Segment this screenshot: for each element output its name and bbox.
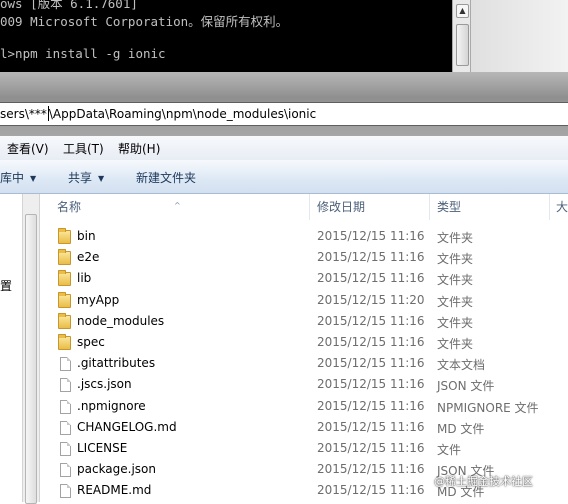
- file-row[interactable]: bin 2015/12/15 11:16 文件夹: [40, 227, 568, 248]
- include-in-library-label: 库中: [0, 171, 25, 185]
- file-modified-date: 2015/12/15 11:16: [317, 335, 425, 349]
- file-row[interactable]: lib 2015/12/15 11:16 文件夹: [40, 269, 568, 290]
- column-header-size[interactable]: 大: [550, 194, 568, 220]
- file-type: JSON 文件: [437, 379, 495, 394]
- file-name: myApp: [77, 292, 120, 307]
- column-header-date-label: 修改日期: [317, 200, 366, 214]
- file-name: README.md: [77, 483, 152, 498]
- file-modified-date: 2015/12/15 11:16: [317, 271, 425, 286]
- folder-icon: [58, 270, 71, 287]
- file-name: package.json: [77, 462, 157, 477]
- console-scrollbar-area: ▲: [452, 0, 568, 72]
- address-path-prefix: sers\***: [0, 107, 47, 121]
- console-line: ows [版本 6.1.7601]: [0, 0, 138, 11]
- file-modified-date: 2015/12/15 11:16: [317, 356, 425, 371]
- file-type: 文本文档: [437, 358, 486, 373]
- console-window: ows [版本 6.1.7601] 009 Microsoft Corporat…: [0, 0, 456, 72]
- file-icon: [60, 442, 71, 456]
- file-modified-date: 2015/12/15 11:16: [317, 483, 425, 498]
- file-icon: [60, 484, 71, 499]
- file-modified-date: 2015/12/15 11:16: [317, 229, 425, 243]
- folder-icon: [58, 334, 71, 350]
- menu-bar: 查看(V) 工具(T) 帮助(H): [0, 136, 568, 160]
- file-row[interactable]: .gitattributes 2015/12/15 11:16 文本文档: [40, 354, 568, 375]
- file-name: lib: [77, 271, 92, 286]
- file-type: 文件夹: [437, 294, 474, 309]
- file-modified-date: 2015/12/15 11:16: [317, 250, 425, 265]
- console-line: 009 Microsoft Corporation。保留所有权利。: [0, 14, 289, 29]
- menu-tools[interactable]: 工具(T): [63, 140, 104, 157]
- chevron-down-icon: ▼: [30, 174, 37, 183]
- menu-view[interactable]: 查看(V): [7, 140, 49, 157]
- console-line: l>npm install -g ionic: [0, 46, 166, 61]
- new-folder-button[interactable]: 新建文件夹: [136, 169, 196, 186]
- command-toolbar: 库中 ▼ 共享 ▼ 新建文件夹: [0, 160, 568, 194]
- file-row[interactable]: spec 2015/12/15 11:16 文件夹: [40, 333, 568, 354]
- file-type: 文件夹: [437, 231, 474, 245]
- file-modified-date: 2015/12/15 11:16: [317, 419, 425, 434]
- file-name: .npmignore: [77, 398, 146, 413]
- file-name: spec: [77, 335, 105, 349]
- file-row[interactable]: CHANGELOG.md 2015/12/15 11:16 MD 文件: [40, 418, 568, 439]
- file-modified-date: 2015/12/15 11:20: [317, 292, 425, 307]
- folder-icon: [58, 249, 71, 266]
- file-modified-date: 2015/12/15 11:16: [317, 398, 425, 413]
- file-list: 名称 ^ 修改日期 类型 大 bin 2015/12/15 11:16 文件夹 e2e…: [40, 194, 568, 502]
- navigation-scroll-thumb[interactable]: [25, 214, 37, 504]
- chevron-down-icon: ▼: [98, 174, 105, 183]
- column-header-name[interactable]: 名称 ^: [40, 194, 310, 220]
- file-name: CHANGELOG.md: [77, 419, 177, 434]
- file-row[interactable]: node_modules 2015/12/15 11:16 文件夹: [40, 312, 568, 333]
- file-type: 文件: [437, 443, 462, 457]
- address-path[interactable]: sers\*** \AppData\Roaming\npm\node_module…: [0, 106, 316, 121]
- folder-icon: [58, 228, 71, 244]
- folder-icon: [58, 312, 71, 329]
- file-icon: [60, 357, 71, 372]
- column-header-date[interactable]: 修改日期: [310, 194, 430, 220]
- column-header-name-label: 名称: [57, 200, 82, 214]
- file-name: e2e: [77, 250, 100, 265]
- file-icon: [60, 399, 71, 414]
- file-icon: [60, 420, 71, 435]
- address-path-suffix: \AppData\Roaming\npm\node_modules\ionic: [48, 107, 317, 121]
- file-modified-date: 2015/12/15 11:16: [317, 441, 425, 455]
- file-modified-date: 2015/12/15 11:16: [317, 377, 425, 392]
- file-icon: [60, 378, 71, 393]
- file-row[interactable]: e2e 2015/12/15 11:16 文件夹: [40, 248, 568, 269]
- navigation-scrollbar[interactable]: [22, 194, 40, 504]
- file-name: .gitattributes: [77, 356, 156, 371]
- file-name: bin: [77, 229, 96, 243]
- file-modified-date: 2015/12/15 11:16: [317, 313, 425, 328]
- file-icon: [60, 463, 71, 478]
- watermark-text: @稀土掘金技术社区: [434, 475, 533, 488]
- file-name: node_modules: [77, 313, 165, 328]
- column-header-type[interactable]: 类型: [430, 194, 550, 220]
- file-row[interactable]: .npmignore 2015/12/15 11:16 NPMIGNORE 文件: [40, 397, 568, 418]
- file-type: 文件夹: [437, 337, 474, 351]
- file-type: MD 文件: [437, 421, 485, 436]
- scroll-up-arrow-icon[interactable]: ▲: [456, 4, 469, 18]
- share-button[interactable]: 共享 ▼: [68, 169, 104, 186]
- file-type: 文件夹: [437, 252, 474, 267]
- file-type: 文件夹: [437, 315, 474, 330]
- file-type: NPMIGNORE 文件: [437, 400, 539, 415]
- menu-help[interactable]: 帮助(H): [118, 140, 160, 157]
- column-header-type-label: 类型: [437, 200, 462, 214]
- console-scroll-thumb[interactable]: [456, 24, 469, 66]
- sort-ascending-icon: ^: [174, 201, 181, 210]
- address-bar[interactable]: sers\*** \AppData\Roaming\npm\node_module…: [0, 102, 568, 126]
- file-name: .jscs.json: [77, 377, 132, 392]
- file-row[interactable]: myApp 2015/12/15 11:20 文件夹: [40, 291, 568, 312]
- column-header-size-label: 大: [556, 200, 568, 214]
- console-scrollbar[interactable]: ▲: [452, 0, 471, 72]
- file-modified-date: 2015/12/15 11:16: [317, 462, 425, 477]
- share-label: 共享: [68, 171, 93, 185]
- file-type: 文件夹: [437, 273, 474, 288]
- folder-icon: [58, 291, 71, 308]
- file-row[interactable]: .jscs.json 2015/12/15 11:16 JSON 文件: [40, 375, 568, 396]
- file-name: LICENSE: [77, 441, 128, 455]
- nav-item-label[interactable]: 置: [0, 277, 12, 294]
- include-in-library-button[interactable]: 库中 ▼: [0, 169, 36, 186]
- file-row[interactable]: LICENSE 2015/12/15 11:16 文件: [40, 439, 568, 460]
